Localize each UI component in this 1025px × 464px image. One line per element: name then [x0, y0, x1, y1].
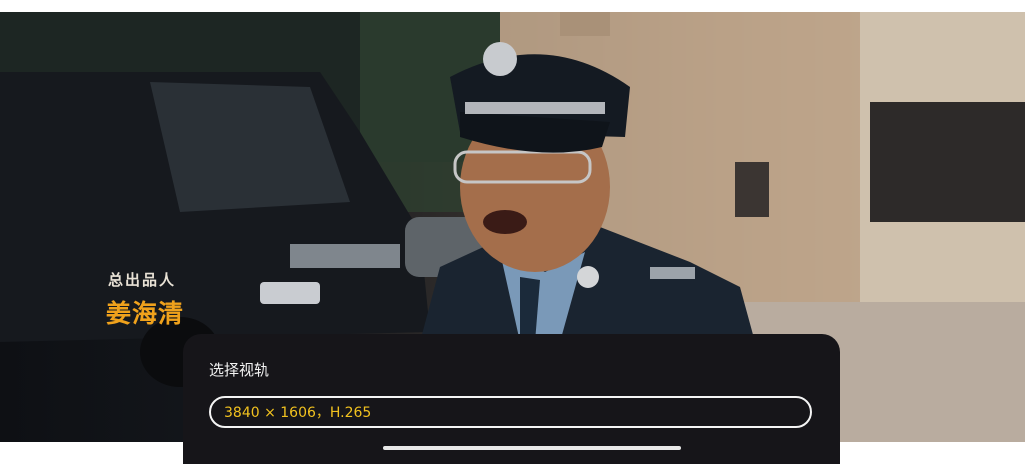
- video-track-option-label: 3840 × 1606，H.265: [224, 405, 372, 421]
- video-track-sheet: 选择视轨 3840 × 1606，H.265: [183, 334, 840, 464]
- sheet-title: 选择视轨: [209, 361, 270, 379]
- home-indicator[interactable]: [383, 446, 681, 450]
- credit-name-text: 姜海清: [106, 299, 185, 328]
- video-track-option[interactable]: 3840 × 1606，H.265: [209, 396, 812, 428]
- credit-role-text: 总出品人: [108, 271, 177, 289]
